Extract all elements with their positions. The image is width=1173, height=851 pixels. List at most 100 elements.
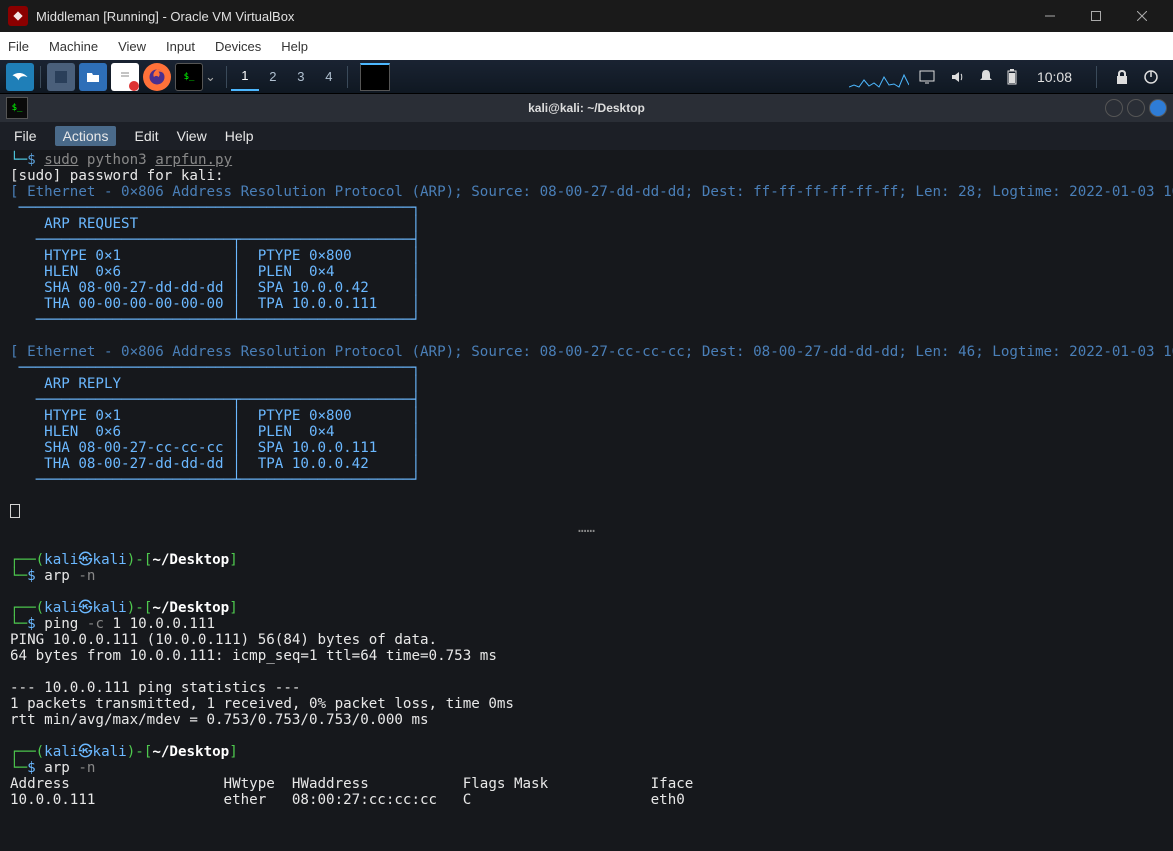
cmd-sudo: sudo bbox=[44, 152, 78, 168]
panel-separator bbox=[347, 66, 348, 88]
output-ellipsis: …… bbox=[10, 520, 1163, 536]
table-border: ───────────────────────┴────────────────… bbox=[10, 472, 420, 488]
vb-menu-devices[interactable]: Devices bbox=[215, 39, 261, 54]
virtualbox-menubar: File Machine View Input Devices Help bbox=[0, 32, 1173, 60]
prompt-close: ] bbox=[229, 552, 238, 568]
cmd-arp: arp bbox=[44, 760, 70, 776]
terminal-title-icon: $_ bbox=[6, 97, 28, 119]
power-icon[interactable] bbox=[1143, 69, 1159, 85]
vb-menu-file[interactable]: File bbox=[8, 39, 29, 54]
arp-row: THA 00-00-00-00-00-00 │ TPA 10.0.0.111 │ bbox=[10, 296, 420, 312]
terminal-window: $_ kali@kali: ~/Desktop File Actions Edi… bbox=[0, 94, 1173, 851]
prompt-dollar: $ bbox=[27, 616, 36, 632]
table-border: ───────────────────────┴────────────────… bbox=[10, 312, 420, 328]
launcher-dropdown-icon[interactable]: ⌄ bbox=[205, 69, 216, 85]
terminal-launcher-icon[interactable]: $_ bbox=[175, 63, 203, 91]
cmd-opt: -n bbox=[78, 568, 95, 584]
arp-request-title: ARP REQUEST │ bbox=[10, 216, 420, 232]
ping-output: PING 10.0.0.111 (10.0.0.111) 56(84) byte… bbox=[10, 632, 514, 728]
prompt-dollar: $ bbox=[27, 152, 36, 168]
battery-icon[interactable] bbox=[1007, 69, 1017, 85]
workspace-3[interactable]: 3 bbox=[287, 63, 315, 91]
arp-reply-title: ARP REPLY │ bbox=[10, 376, 420, 392]
kali-menu-icon[interactable] bbox=[6, 63, 34, 91]
packet1-header: [ Ethernet - 0×806 Address Resolution Pr… bbox=[10, 184, 1173, 200]
maximize-button[interactable] bbox=[1073, 0, 1119, 32]
prompt-path: ~/Desktop bbox=[152, 744, 229, 760]
kali-panel: $_ ⌄ 1 2 3 4 10:08 bbox=[0, 60, 1173, 94]
table-border: ───────────────────────┬────────────────… bbox=[10, 232, 420, 248]
vb-menu-view[interactable]: View bbox=[118, 39, 146, 54]
prompt-corner: └─ bbox=[10, 760, 27, 776]
table-border: ────────────────────────────────────────… bbox=[10, 200, 420, 216]
prompt-corner: └─ bbox=[10, 616, 27, 632]
sudo-prompt: [sudo] password for kali: bbox=[10, 168, 224, 184]
cmd-ping: ping bbox=[44, 616, 78, 632]
cmd-args: 1 10.0.0.111 bbox=[113, 616, 216, 632]
panel-separator bbox=[40, 66, 41, 88]
term-menu-file[interactable]: File bbox=[14, 128, 37, 144]
arp-row: HTYPE 0×1 │ PTYPE 0×800 │ bbox=[10, 408, 420, 424]
arp-row: HLEN 0×6 │ PLEN 0×4 │ bbox=[10, 424, 420, 440]
prompt-user: kali bbox=[44, 600, 78, 616]
prompt-user: kali bbox=[44, 552, 78, 568]
minimize-button[interactable] bbox=[1027, 0, 1073, 32]
clock[interactable]: 10:08 bbox=[1031, 69, 1078, 85]
cmd-script: arpfun.py bbox=[155, 152, 232, 168]
vb-menu-help[interactable]: Help bbox=[281, 39, 308, 54]
close-button[interactable] bbox=[1119, 0, 1165, 32]
prompt-close: ] bbox=[229, 744, 238, 760]
prompt-dollar: $ bbox=[27, 568, 36, 584]
arp-row: THA 08-00-27-dd-dd-dd │ TPA 10.0.0.42 │ bbox=[10, 456, 420, 472]
panel-separator bbox=[226, 66, 227, 88]
prompt-sep: )-[ bbox=[127, 552, 153, 568]
virtualbox-logo-icon bbox=[8, 6, 28, 26]
prompt-at: ㉿ bbox=[78, 552, 92, 568]
prompt-path: ~/Desktop bbox=[152, 552, 229, 568]
terminal-maximize-button[interactable] bbox=[1127, 99, 1145, 117]
panel-app-1-icon[interactable] bbox=[47, 63, 75, 91]
prompt-host: kali bbox=[93, 744, 127, 760]
taskbar-terminal-button[interactable] bbox=[360, 63, 390, 91]
arp-row: SHA 08-00-27-dd-dd-dd │ SPA 10.0.0.42 │ bbox=[10, 280, 420, 296]
arp-table-header: Address HWtype HWaddress Flags Mask Ifac… bbox=[10, 776, 693, 792]
term-menu-help[interactable]: Help bbox=[225, 128, 254, 144]
prompt-close: ] bbox=[229, 600, 238, 616]
workspace-4[interactable]: 4 bbox=[315, 63, 343, 91]
cpu-graph-icon[interactable] bbox=[849, 65, 909, 89]
workspace-1[interactable]: 1 bbox=[231, 63, 259, 91]
prompt-dollar: $ bbox=[27, 760, 36, 776]
terminal-title: kali@kali: ~/Desktop bbox=[528, 101, 645, 115]
terminal-output[interactable]: └─$ sudo python3 arpfun.py [sudo] passwo… bbox=[0, 150, 1173, 851]
notifications-icon[interactable] bbox=[979, 69, 993, 85]
terminal-close-button[interactable] bbox=[1149, 99, 1167, 117]
virtualbox-titlebar: Middleman [Running] - Oracle VM VirtualB… bbox=[0, 0, 1173, 32]
prompt-path: ~/Desktop bbox=[152, 600, 229, 616]
display-icon[interactable] bbox=[919, 70, 935, 84]
virtualbox-window-title: Middleman [Running] - Oracle VM VirtualB… bbox=[36, 9, 1027, 24]
table-border: ───────────────────────┬────────────────… bbox=[10, 392, 420, 408]
arp-row: HLEN 0×6 │ PLEN 0×4 │ bbox=[10, 264, 420, 280]
text-editor-icon[interactable] bbox=[111, 63, 139, 91]
terminal-titlebar[interactable]: $_ kali@kali: ~/Desktop bbox=[0, 94, 1173, 122]
prompt-corner: ┌──( bbox=[10, 552, 44, 568]
cmd-opt: -c bbox=[87, 616, 104, 632]
lock-icon[interactable] bbox=[1115, 69, 1129, 85]
terminal-minimize-button[interactable] bbox=[1105, 99, 1123, 117]
table-border: ────────────────────────────────────────… bbox=[10, 360, 420, 376]
prompt-corner: ┌──( bbox=[10, 744, 44, 760]
term-menu-edit[interactable]: Edit bbox=[134, 128, 158, 144]
firefox-icon[interactable] bbox=[143, 63, 171, 91]
prompt-host: kali bbox=[93, 552, 127, 568]
prompt-host: kali bbox=[93, 600, 127, 616]
prompt-corner: ┌──( bbox=[10, 600, 44, 616]
vb-menu-input[interactable]: Input bbox=[166, 39, 195, 54]
file-manager-icon[interactable] bbox=[79, 63, 107, 91]
arp-row: HTYPE 0×1 │ PTYPE 0×800 │ bbox=[10, 248, 420, 264]
workspace-2[interactable]: 2 bbox=[259, 63, 287, 91]
vb-menu-machine[interactable]: Machine bbox=[49, 39, 98, 54]
term-menu-view[interactable]: View bbox=[177, 128, 207, 144]
cmd-opt: -n bbox=[78, 760, 95, 776]
term-menu-actions[interactable]: Actions bbox=[55, 126, 117, 146]
volume-icon[interactable] bbox=[949, 69, 965, 85]
